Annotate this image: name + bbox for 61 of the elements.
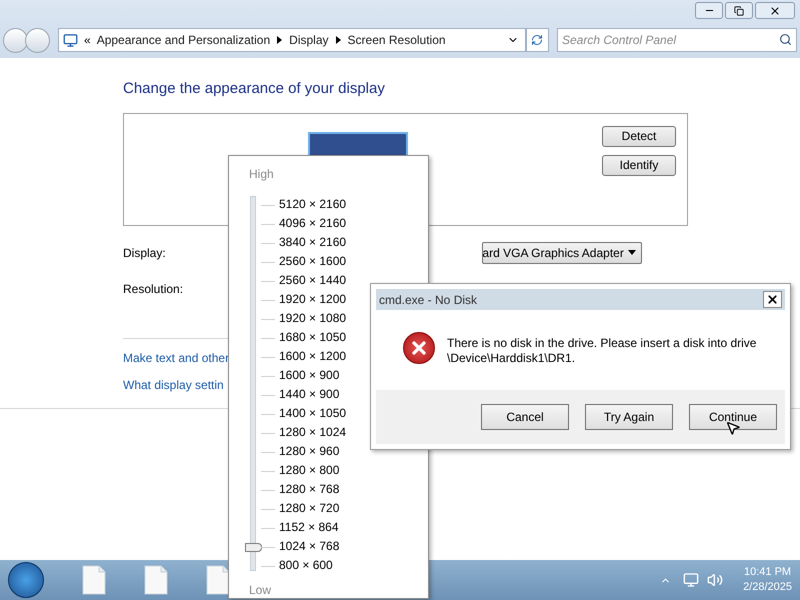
resolution-option[interactable]: 2560 × 1600 xyxy=(279,252,346,271)
close-icon[interactable] xyxy=(755,2,795,19)
high-label: High xyxy=(249,166,275,183)
document-icon[interactable] xyxy=(206,565,230,595)
back-button[interactable] xyxy=(3,28,28,52)
action-button[interactable]: Detect xyxy=(602,126,676,146)
forward-button[interactable] xyxy=(25,28,50,52)
search-icon xyxy=(779,33,792,46)
resolution-option[interactable]: 1680 × 1050 xyxy=(279,328,346,347)
resolution-option[interactable]: 1920 × 1080 xyxy=(279,309,346,328)
mouse-pointer-icon xyxy=(725,420,741,436)
help-link[interactable]: What display settin xyxy=(123,376,224,394)
address-bar[interactable]: « Appearance and Personalization Display Screen Resolution xyxy=(58,28,526,52)
breadcrumb-item[interactable]: Screen Resolution xyxy=(348,31,446,49)
low-label: Low xyxy=(249,582,272,599)
dialog-button[interactable]: Try Again xyxy=(585,404,673,430)
resolution-option[interactable]: 2560 × 1440 xyxy=(279,271,346,290)
resolution-option[interactable]: 3840 × 2160 xyxy=(279,233,346,252)
resolution-option[interactable]: 1152 × 864 xyxy=(279,518,346,537)
breadcrumb-arrow-icon[interactable] xyxy=(277,36,282,44)
breadcrumb-item[interactable]: Appearance and Personalization xyxy=(96,31,270,49)
resolution-option[interactable]: 1280 × 800 xyxy=(279,461,346,480)
breadcrumb-arrow-icon[interactable] xyxy=(336,36,341,44)
resolution-option[interactable]: 1280 × 1024 xyxy=(279,423,346,442)
overflow-chevron[interactable]: « xyxy=(84,31,91,49)
close-icon[interactable] xyxy=(763,291,782,308)
dialog-title: cmd.exe - No Disk xyxy=(379,292,478,308)
display-dropdown[interactable]: ard VGA Graphics Adapter xyxy=(482,242,642,264)
resolution-option[interactable]: 1024 × 768 xyxy=(279,537,346,556)
network-icon[interactable] xyxy=(683,572,700,588)
resolution-option[interactable]: 1600 × 900 xyxy=(279,366,346,385)
resolution-option[interactable]: 1280 × 720 xyxy=(279,499,346,518)
search-field[interactable]: Search Control Panel xyxy=(557,28,797,52)
field-label: Resolution: xyxy=(123,280,184,298)
resolution-option[interactable]: 5120 × 2160 xyxy=(279,195,346,214)
document-icon[interactable] xyxy=(82,565,106,595)
action-button[interactable]: Identify xyxy=(602,154,676,176)
document-icon[interactable] xyxy=(144,565,168,595)
dialog-button[interactable]: Continue xyxy=(689,404,777,430)
resolution-option[interactable]: 1440 × 900 xyxy=(279,385,346,404)
breadcrumb-item[interactable]: Display xyxy=(289,31,329,49)
error-icon xyxy=(403,332,435,364)
caret-icon xyxy=(628,250,636,255)
resolution-option[interactable]: 4096 × 2160 xyxy=(279,214,346,233)
resolution-option[interactable]: 1600 × 1200 xyxy=(279,347,346,366)
resolution-option[interactable]: 1920 × 1200 xyxy=(279,290,346,309)
resolution-option[interactable]: 1400 × 1050 xyxy=(279,404,346,423)
refresh-button[interactable] xyxy=(526,28,549,52)
page-heading: Change the appearance of your display xyxy=(123,79,386,99)
error-message: There is no disk in the drive. Please insert a disk into drive \Device\Harddisk1\DR1. xyxy=(447,335,756,366)
resolution-option[interactable]: 800 × 600 xyxy=(279,556,346,575)
refresh-icon xyxy=(531,34,544,46)
slider-thumb[interactable] xyxy=(245,543,262,552)
resolution-option[interactable]: 1280 × 768 xyxy=(279,480,346,499)
monitor-icon xyxy=(63,32,78,48)
restore-icon[interactable] xyxy=(725,2,753,19)
resolution-option[interactable]: 1280 × 960 xyxy=(279,442,346,461)
field-label: Display: xyxy=(123,244,166,262)
start-button[interactable] xyxy=(8,562,44,598)
dialog-button[interactable]: Cancel xyxy=(481,404,569,430)
help-link[interactable]: Make text and other xyxy=(123,348,230,366)
